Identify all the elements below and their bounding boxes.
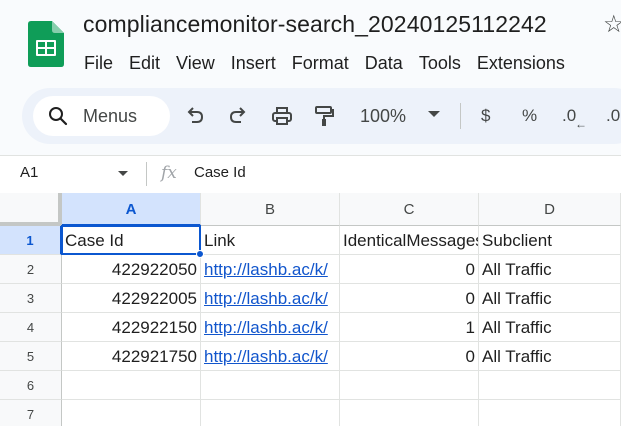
cell-d5[interactable]: All Traffic xyxy=(479,342,621,371)
google-sheets-logo-icon[interactable] xyxy=(28,21,64,67)
cell-c7[interactable] xyxy=(340,400,479,426)
cell-a6[interactable] xyxy=(62,371,201,400)
menu-insert[interactable]: Insert xyxy=(223,50,284,76)
paint-format-icon[interactable] xyxy=(311,103,337,129)
fx-icon: fx xyxy=(161,163,177,183)
row-header-2[interactable]: 2 xyxy=(0,255,62,284)
undo-icon[interactable] xyxy=(182,103,208,129)
menu-bar: File Edit View Insert Format Data Tools … xyxy=(76,50,573,76)
menu-data[interactable]: Data xyxy=(357,50,411,76)
formula-input[interactable]: Case Id xyxy=(194,164,246,182)
menu-extensions[interactable]: Extensions xyxy=(469,50,573,76)
redo-icon[interactable] xyxy=(225,103,251,129)
toolbar-divider xyxy=(460,103,461,129)
cell-a2[interactable]: 422922050 xyxy=(62,255,201,284)
menu-file[interactable]: File xyxy=(76,50,121,76)
cell-d2[interactable]: All Traffic xyxy=(479,255,621,284)
cell-d1[interactable]: Subclient xyxy=(479,226,621,255)
cell-a7[interactable] xyxy=(62,400,201,426)
menu-view[interactable]: View xyxy=(168,50,223,76)
row-header-1[interactable]: 1 xyxy=(0,226,62,255)
cell-a3[interactable]: 422922005 xyxy=(62,284,201,313)
cell-b2[interactable]: http://lashb.ac/k/ xyxy=(201,255,340,284)
cell-c4[interactable]: 1 xyxy=(340,313,479,342)
row-header-3[interactable]: 3 xyxy=(0,284,62,313)
row-header-7[interactable]: 7 xyxy=(0,400,62,426)
cell-d3[interactable]: All Traffic xyxy=(479,284,621,313)
cell-c2[interactable]: 0 xyxy=(340,255,479,284)
spreadsheet-grid[interactable]: A B C D 1 Case Id Link IdenticalMessages Subclie… xyxy=(0,193,621,426)
format-currency-button[interactable]: $ xyxy=(481,105,490,127)
cell-d6[interactable] xyxy=(479,371,621,400)
column-header-c[interactable]: C xyxy=(340,193,479,226)
column-header-d[interactable]: D xyxy=(479,193,621,226)
column-header-a[interactable]: A xyxy=(62,193,201,226)
cell-a5[interactable]: 422921750 xyxy=(62,342,201,371)
star-icon[interactable]: ☆ xyxy=(603,11,621,39)
format-percent-button[interactable]: % xyxy=(522,105,537,127)
cell-a1[interactable]: Case Id xyxy=(62,226,201,255)
cell-b6[interactable] xyxy=(201,371,340,400)
search-icon xyxy=(49,107,68,126)
cell-c6[interactable] xyxy=(340,371,479,400)
row-header-5[interactable]: 5 xyxy=(0,342,62,371)
fill-handle[interactable] xyxy=(196,250,204,258)
formula-bar-divider xyxy=(146,162,147,186)
cell-d7[interactable] xyxy=(479,400,621,426)
row-header-6[interactable]: 6 xyxy=(0,371,62,400)
increase-decimal-button[interactable]: .0 xyxy=(606,105,620,127)
cell-a4[interactable]: 422922150 xyxy=(62,313,201,342)
document-title[interactable]: compliancemonitor-search_20240125112242 xyxy=(83,11,547,38)
row-header-4[interactable]: 4 xyxy=(0,313,62,342)
cell-b4[interactable]: http://lashb.ac/k/ xyxy=(201,313,340,342)
menu-edit[interactable]: Edit xyxy=(121,50,168,76)
cell-b7[interactable] xyxy=(201,400,340,426)
cell-c3[interactable]: 0 xyxy=(340,284,479,313)
print-icon[interactable] xyxy=(269,103,295,129)
cell-c5[interactable]: 0 xyxy=(340,342,479,371)
column-header-b[interactable]: B xyxy=(201,193,340,226)
cell-b1[interactable]: Link xyxy=(201,226,340,255)
name-box-chevron-down-icon[interactable] xyxy=(118,171,128,176)
cell-c1[interactable]: IdenticalMessages xyxy=(340,226,479,255)
cell-d4[interactable]: All Traffic xyxy=(479,313,621,342)
zoom-select[interactable]: 100% xyxy=(360,105,406,127)
zoom-chevron-down-icon[interactable] xyxy=(428,111,440,117)
cell-b5[interactable]: http://lashb.ac/k/ xyxy=(201,342,340,371)
name-box[interactable]: A1 xyxy=(20,164,38,182)
select-all-corner[interactable] xyxy=(0,193,62,226)
search-menus-label: Menus xyxy=(83,106,138,126)
decrease-decimal-arrow-icon: ← xyxy=(575,117,587,131)
menu-format[interactable]: Format xyxy=(284,50,357,76)
menu-tools[interactable]: Tools xyxy=(411,50,469,76)
cell-b3[interactable]: http://lashb.ac/k/ xyxy=(201,284,340,313)
formula-bar xyxy=(0,155,621,193)
